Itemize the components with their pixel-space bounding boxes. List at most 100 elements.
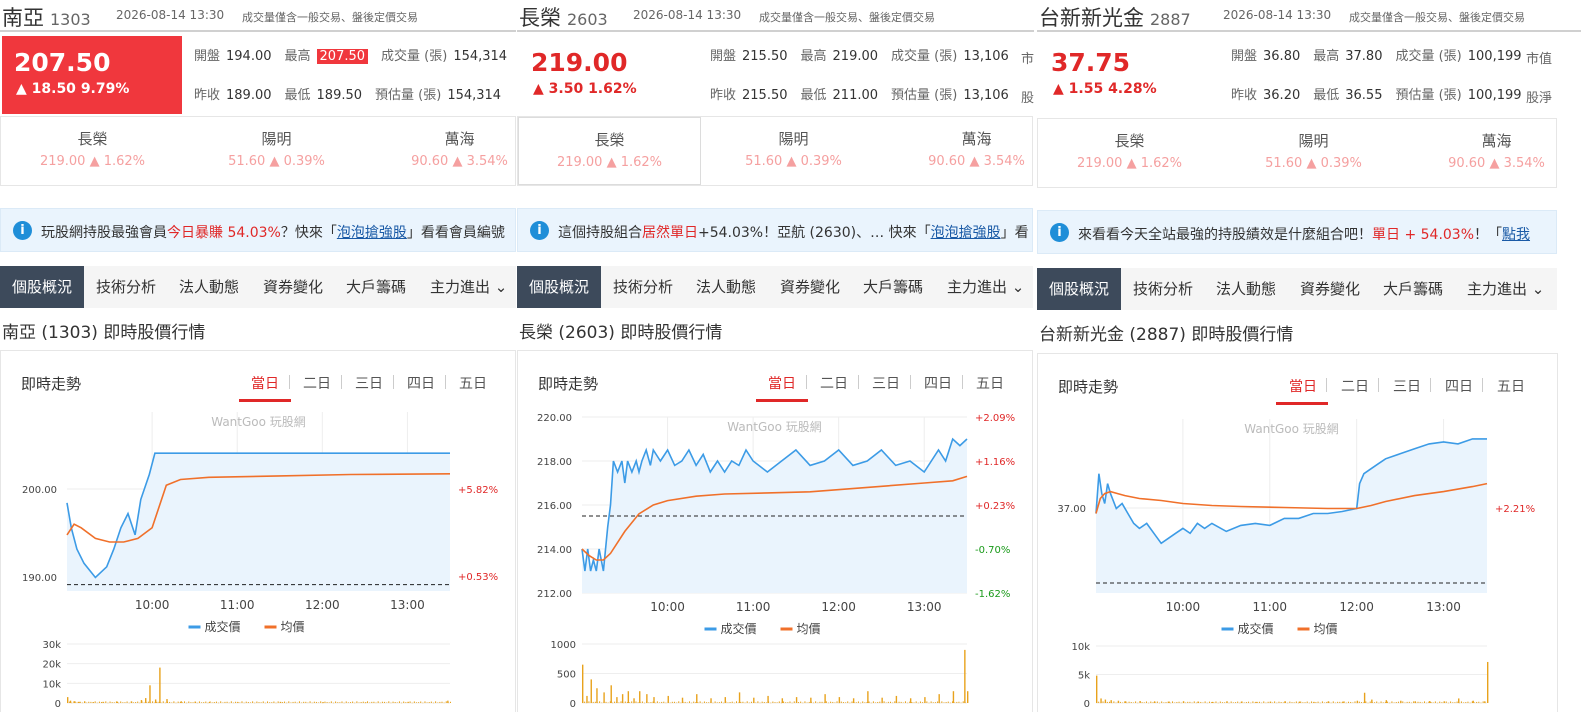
volume-bar [898,701,900,703]
tab-3[interactable]: 資券變化 [1288,268,1372,310]
volume-tick-label: 0 [55,699,61,710]
volume-bar [1295,701,1297,703]
pct-tick-label: -1.62% [975,589,1010,600]
tab-2[interactable]: 法人動態 [167,266,251,308]
volume-bar [1137,702,1139,704]
volume-bar [736,701,737,703]
volume-bar [1380,701,1382,703]
tab-2[interactable]: 法人動態 [684,266,768,308]
tab-1[interactable]: 技術分析 [84,266,168,308]
volume-bar [1208,701,1210,703]
volume-bar [900,701,902,703]
volume-bar [341,701,343,703]
volume-bar [328,702,330,703]
section-title: 台新新光金 (2887) 即時股價行情 [1039,325,1294,345]
volume-bar [1219,701,1221,703]
tab-4[interactable]: 大戶籌碼 [851,266,935,308]
related-stock-item[interactable]: 長榮 219.00 ▲ 1.62% [1038,119,1221,187]
volume-bar [245,701,247,703]
tab-5[interactable]: 主力進出 ⌄ [935,266,1034,308]
x-tick-label: 12:00 [821,600,856,614]
volume-bar [1441,702,1443,703]
volume-bar [1165,702,1167,703]
pct-tick-label: +0.53% [458,572,498,583]
volume-bar [318,702,320,703]
volume-bar [1400,700,1402,703]
stock-tabs: 個股概況 技術分析 法人動態 資券變化 大戶籌碼 主力進出 ⌄ [0,266,516,308]
volume-bar [1311,701,1313,703]
tab-1[interactable]: 技術分析 [601,266,685,308]
info-icon: i [530,221,549,240]
last-price: 219.00 [531,48,628,77]
stat-label: 成交量 (張) [381,49,448,64]
related-change: 3.54% [1503,156,1545,171]
volume-bar [904,701,906,703]
volume-bar [390,702,392,704]
volume-bar [109,701,111,703]
stat-label: 最低 [1313,88,1340,103]
tab-3[interactable]: 資券變化 [251,266,335,308]
tab-0[interactable]: 個股概況 [0,266,84,308]
quote-stats: 開盤 36.80 最高 37.80 成交量 (張) 100,199 昨收 36.20 最低 36.… [1231,36,1581,114]
intraday-chart: WantGoo 玩股網 200.00 190.00 +5.82% +0.53% 10:00… [22,412,498,710]
related-stock-item[interactable]: 萬海 90.60 ▲ 3.54% [368,117,516,185]
stock-tabs: 個股概況 技術分析 法人動態 資券變化 大戶籌碼 主力進出 ⌄ [1037,268,1557,310]
related-stock-item[interactable]: 萬海 90.60 ▲ 3.54% [885,117,1034,185]
volume-bar [1200,701,1202,703]
promo-text: 這個持股組合居然單日+54.03%！亞航 (2630)、… 快來「泡泡搶強股」看 [558,222,1029,242]
related-stock-quote: 219.00 ▲ 1.62% [1038,156,1221,171]
volume-bar [1156,701,1158,703]
volume-bar [305,701,307,703]
tab-5[interactable]: 主力進出 ⌄ [418,266,516,308]
related-stock-item[interactable]: 陽明 51.60 ▲ 0.39% [185,117,368,185]
stat-label: 成交量 (張) [891,49,958,64]
stat-label: 最高 [1313,49,1340,64]
tab-5[interactable]: 主力進出 ⌄ [1455,268,1556,310]
tab-label: 資券變化 [780,278,841,296]
volume-bar [731,701,733,703]
volume-bar [192,702,194,703]
volume-tick-label: 20k [42,660,61,671]
volume-bar [1304,702,1306,703]
stock-name: 南亞 1303 [2,2,91,32]
promo-link[interactable]: 泡泡搶強股 [337,225,407,241]
volume-bar [392,701,394,703]
volume-bar [928,702,930,704]
promo-text-segment: ？快來「 [280,225,337,241]
x-tick-label: 10:00 [135,598,170,612]
tab-0[interactable]: 個股概況 [517,266,601,308]
related-stock-item[interactable]: 長榮 219.00 ▲ 1.62% [1,117,184,185]
promo-link[interactable]: 泡泡搶強股 [931,225,1001,241]
volume-bar [1217,702,1219,704]
promo-link[interactable]: 點我 [1502,227,1530,243]
volume-bar [267,701,269,703]
up-arrow-icon: ▲ [265,154,284,169]
related-stock-item[interactable]: 陽明 51.60 ▲ 0.39% [1222,119,1405,187]
volume-bar [71,702,73,704]
volume-bar [806,702,808,703]
volume-bar [867,691,869,703]
volume-bar [290,702,292,703]
related-stocks: 長榮 219.00 ▲ 1.62% 陽明 51.60 ▲ 0.39% 萬海 90.60 ▲… [1037,118,1557,188]
volume-bar [422,702,424,704]
volume-bar [1287,702,1289,704]
volume-bar [1150,701,1152,703]
volume-bar [324,701,326,703]
tab-4[interactable]: 大戶籌碼 [1371,268,1455,310]
tab-3[interactable]: 資券變化 [768,266,852,308]
volume-bar [712,702,714,704]
related-stock-item[interactable]: 陽明 51.60 ▲ 0.39% [702,117,885,185]
tab-2[interactable]: 法人動態 [1204,268,1288,310]
related-stock-item[interactable]: 長榮 219.00 ▲ 1.62% [518,117,701,185]
volume-bar [196,702,198,704]
volume-bar [356,701,358,703]
tab-1[interactable]: 技術分析 [1121,268,1205,310]
volume-bar [307,702,309,704]
volume-bar [135,702,137,703]
price-box: 37.75 ▲ 1.55 4.28% [1039,36,1219,114]
tab-4[interactable]: 大戶籌碼 [334,266,418,308]
volume-bar [67,697,69,703]
related-stock-item[interactable]: 萬海 90.60 ▲ 3.54% [1405,119,1581,187]
tab-0[interactable]: 個股概況 [1037,268,1121,310]
volume-bar [432,702,434,704]
